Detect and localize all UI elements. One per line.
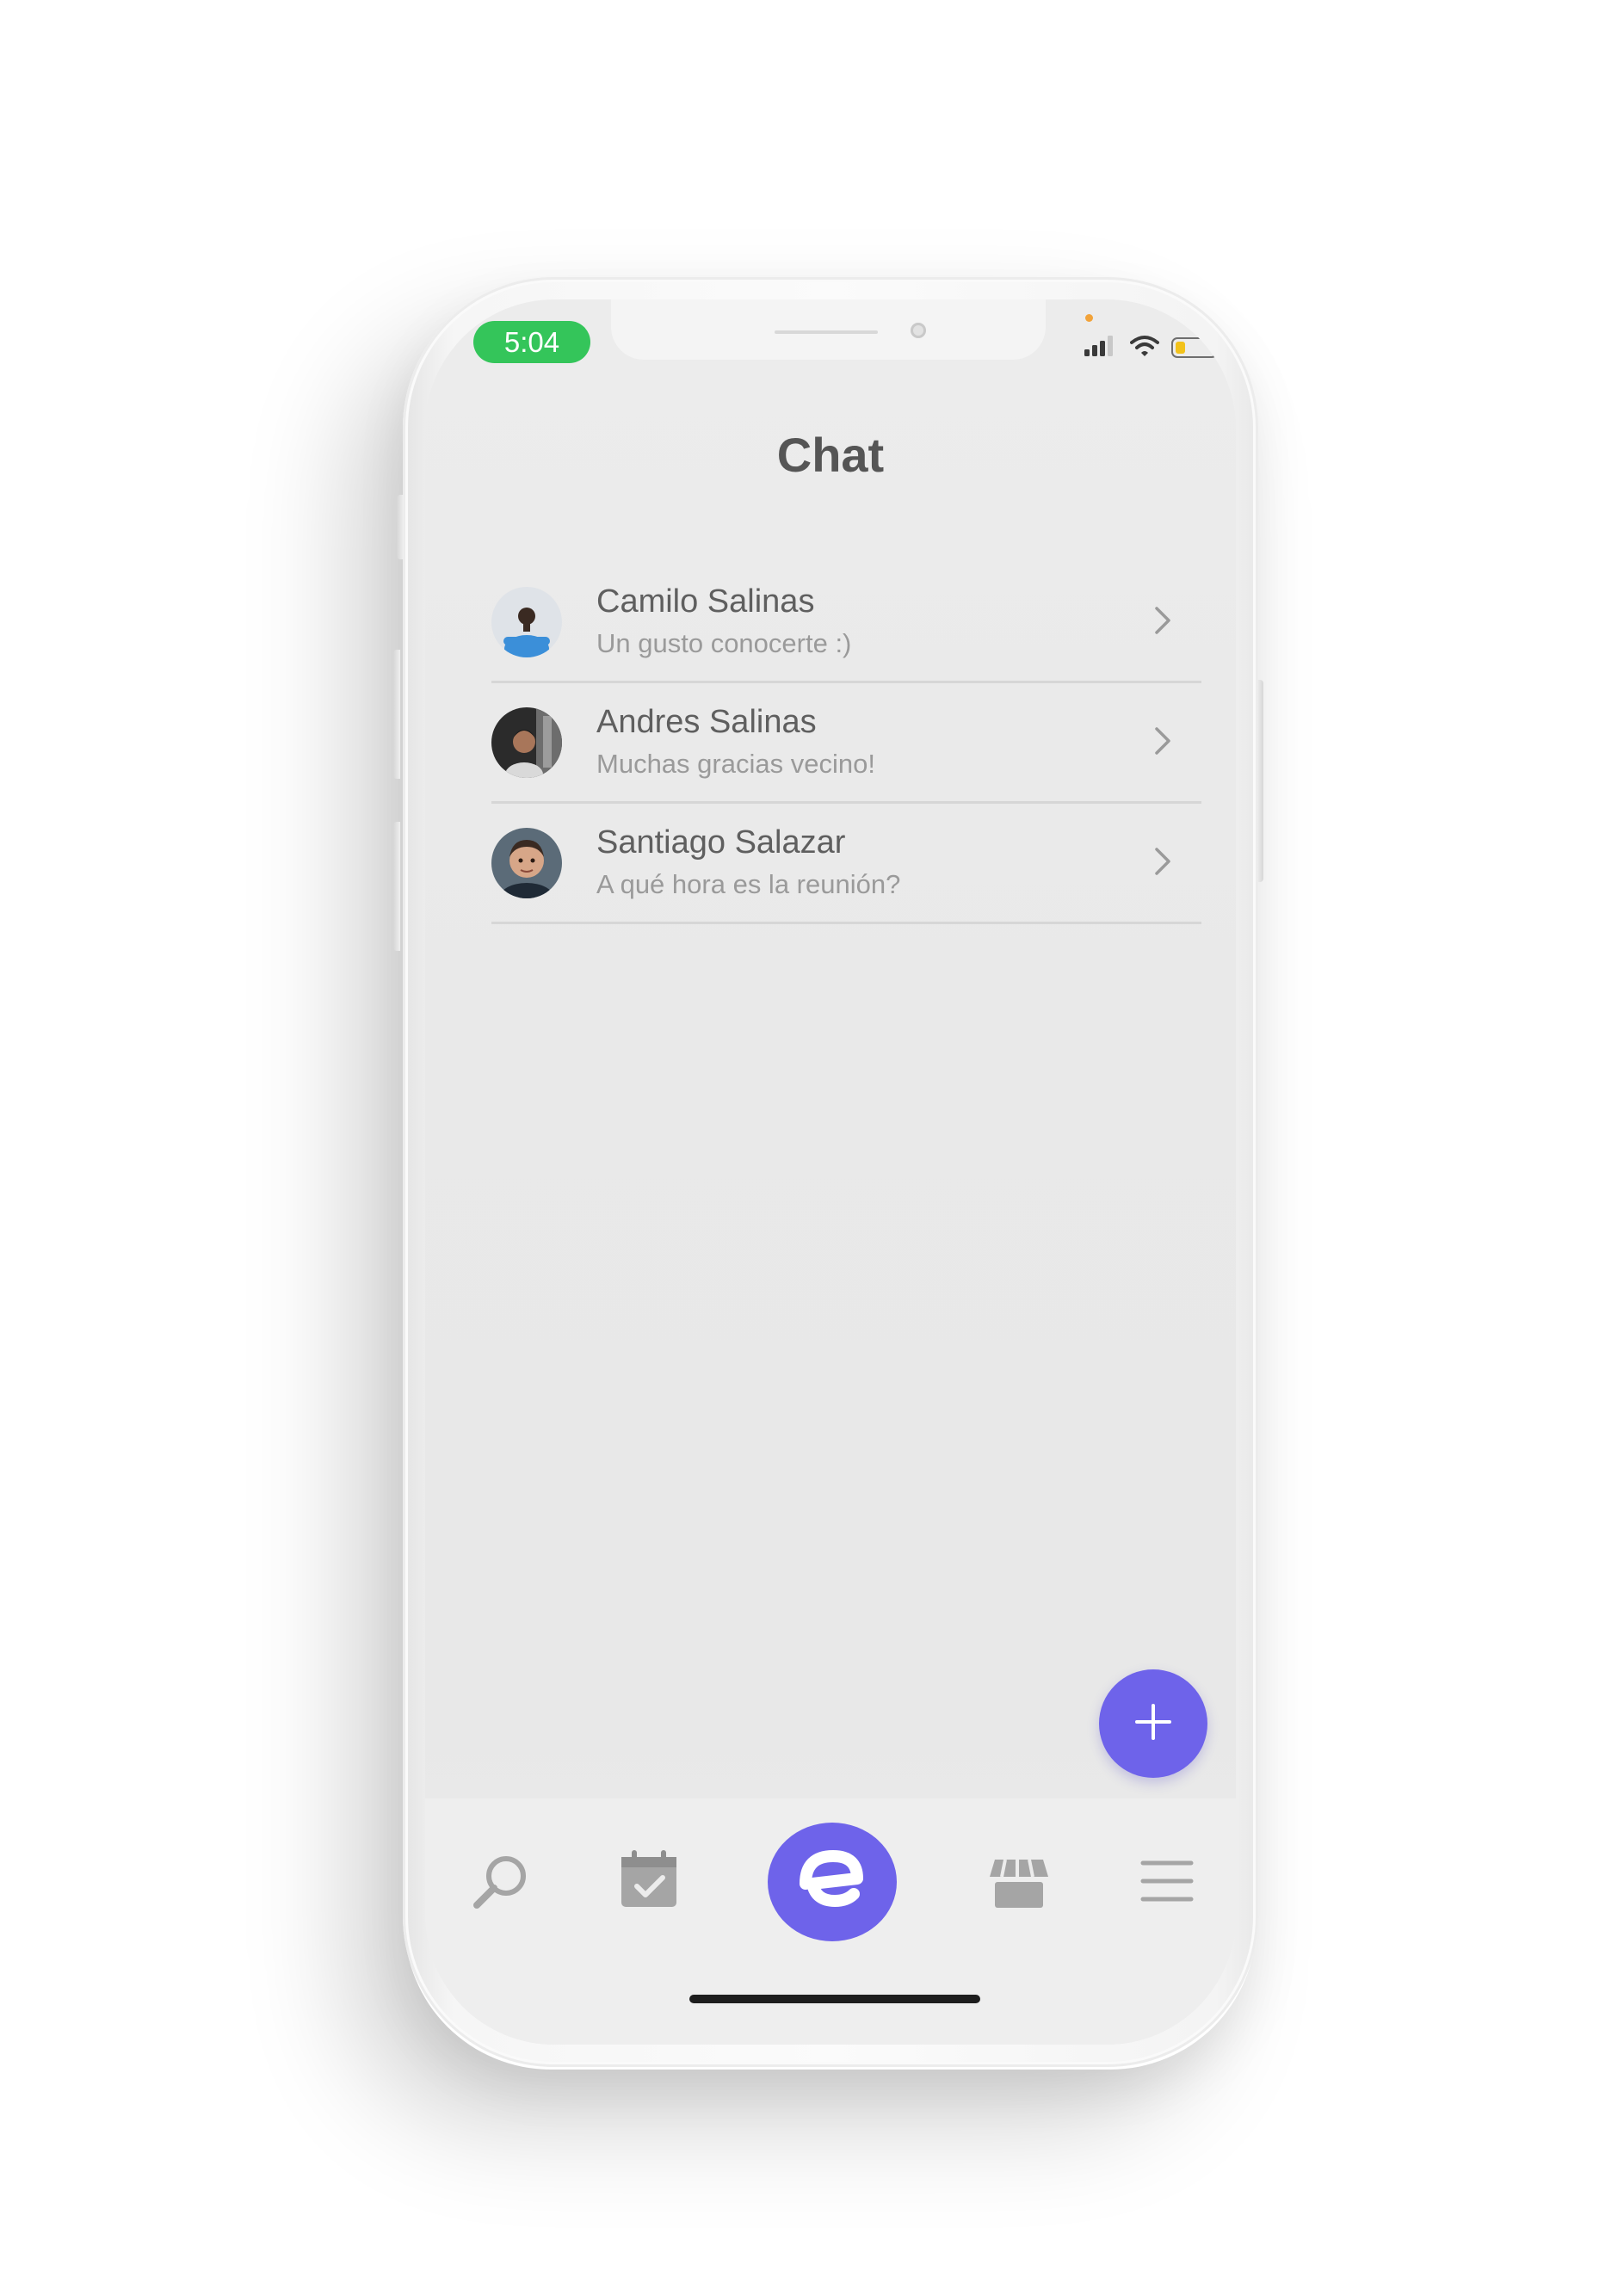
chat-name: Santiago Salazar <box>596 824 846 861</box>
tab-search[interactable] <box>466 1848 535 1917</box>
mute-switch <box>397 495 404 559</box>
volume-up-button <box>393 650 400 779</box>
plus-icon <box>1134 1703 1172 1744</box>
speaker-grille <box>775 330 878 334</box>
tab-store[interactable] <box>985 1850 1053 1919</box>
chat-last-message: Un gusto conocerte :) <box>596 628 852 658</box>
chat-list: Camilo Salinas Un gusto conocerte :) And… <box>491 563 1201 924</box>
search-icon <box>470 1850 532 1916</box>
chevron-right-icon <box>1154 847 1171 879</box>
chevron-right-icon <box>1154 726 1171 759</box>
calendar-check-icon <box>618 1848 680 1914</box>
mockup-stage: 5:04 Chat Camilo Salinas Un gusto conoce… <box>0 0 1624 2295</box>
home-indicator <box>689 1995 980 2003</box>
new-chat-button[interactable] <box>1099 1669 1207 1778</box>
page-title: Chat <box>776 428 885 482</box>
chat-row-camilo[interactable]: Camilo Salinas Un gusto conocerte :) <box>491 563 1201 683</box>
status-time: 5:04 <box>473 321 590 363</box>
signal-icon <box>1084 335 1118 361</box>
privacy-indicator-dot <box>1085 314 1093 322</box>
battery-fill <box>1176 342 1185 354</box>
avatar-santiago <box>491 828 562 898</box>
avatar-andres <box>491 707 562 778</box>
tab-calendar[interactable] <box>614 1847 683 1916</box>
wifi-icon <box>1130 335 1159 361</box>
chevron-right-icon <box>1154 606 1171 639</box>
chat-row-andres[interactable]: Andres Salinas Muchas gracias vecino! <box>491 683 1201 804</box>
tab-menu[interactable] <box>1133 1848 1201 1917</box>
volume-down-button <box>393 822 400 951</box>
menu-icon <box>1139 1858 1195 1908</box>
chat-name: Camilo Salinas <box>596 583 815 620</box>
avatar-camilo <box>491 587 562 657</box>
front-camera <box>911 323 926 338</box>
power-button <box>1257 680 1263 882</box>
chat-last-message: A qué hora es la reunión? <box>596 869 901 899</box>
chat-last-message: Muchas gracias vecino! <box>596 749 875 779</box>
phone-screen: 5:04 Chat Camilo Salinas Un gusto conoce… <box>425 299 1236 2045</box>
tab-home[interactable] <box>768 1823 897 1941</box>
chat-name: Andres Salinas <box>596 704 817 740</box>
status-icons <box>1084 330 1222 365</box>
store-icon <box>988 1856 1050 1913</box>
battery-icon <box>1171 337 1222 358</box>
notch <box>611 299 1046 360</box>
brand-logo-icon <box>793 1846 871 1918</box>
chat-row-santiago[interactable]: Santiago Salazar A qué hora es la reunió… <box>491 804 1201 924</box>
